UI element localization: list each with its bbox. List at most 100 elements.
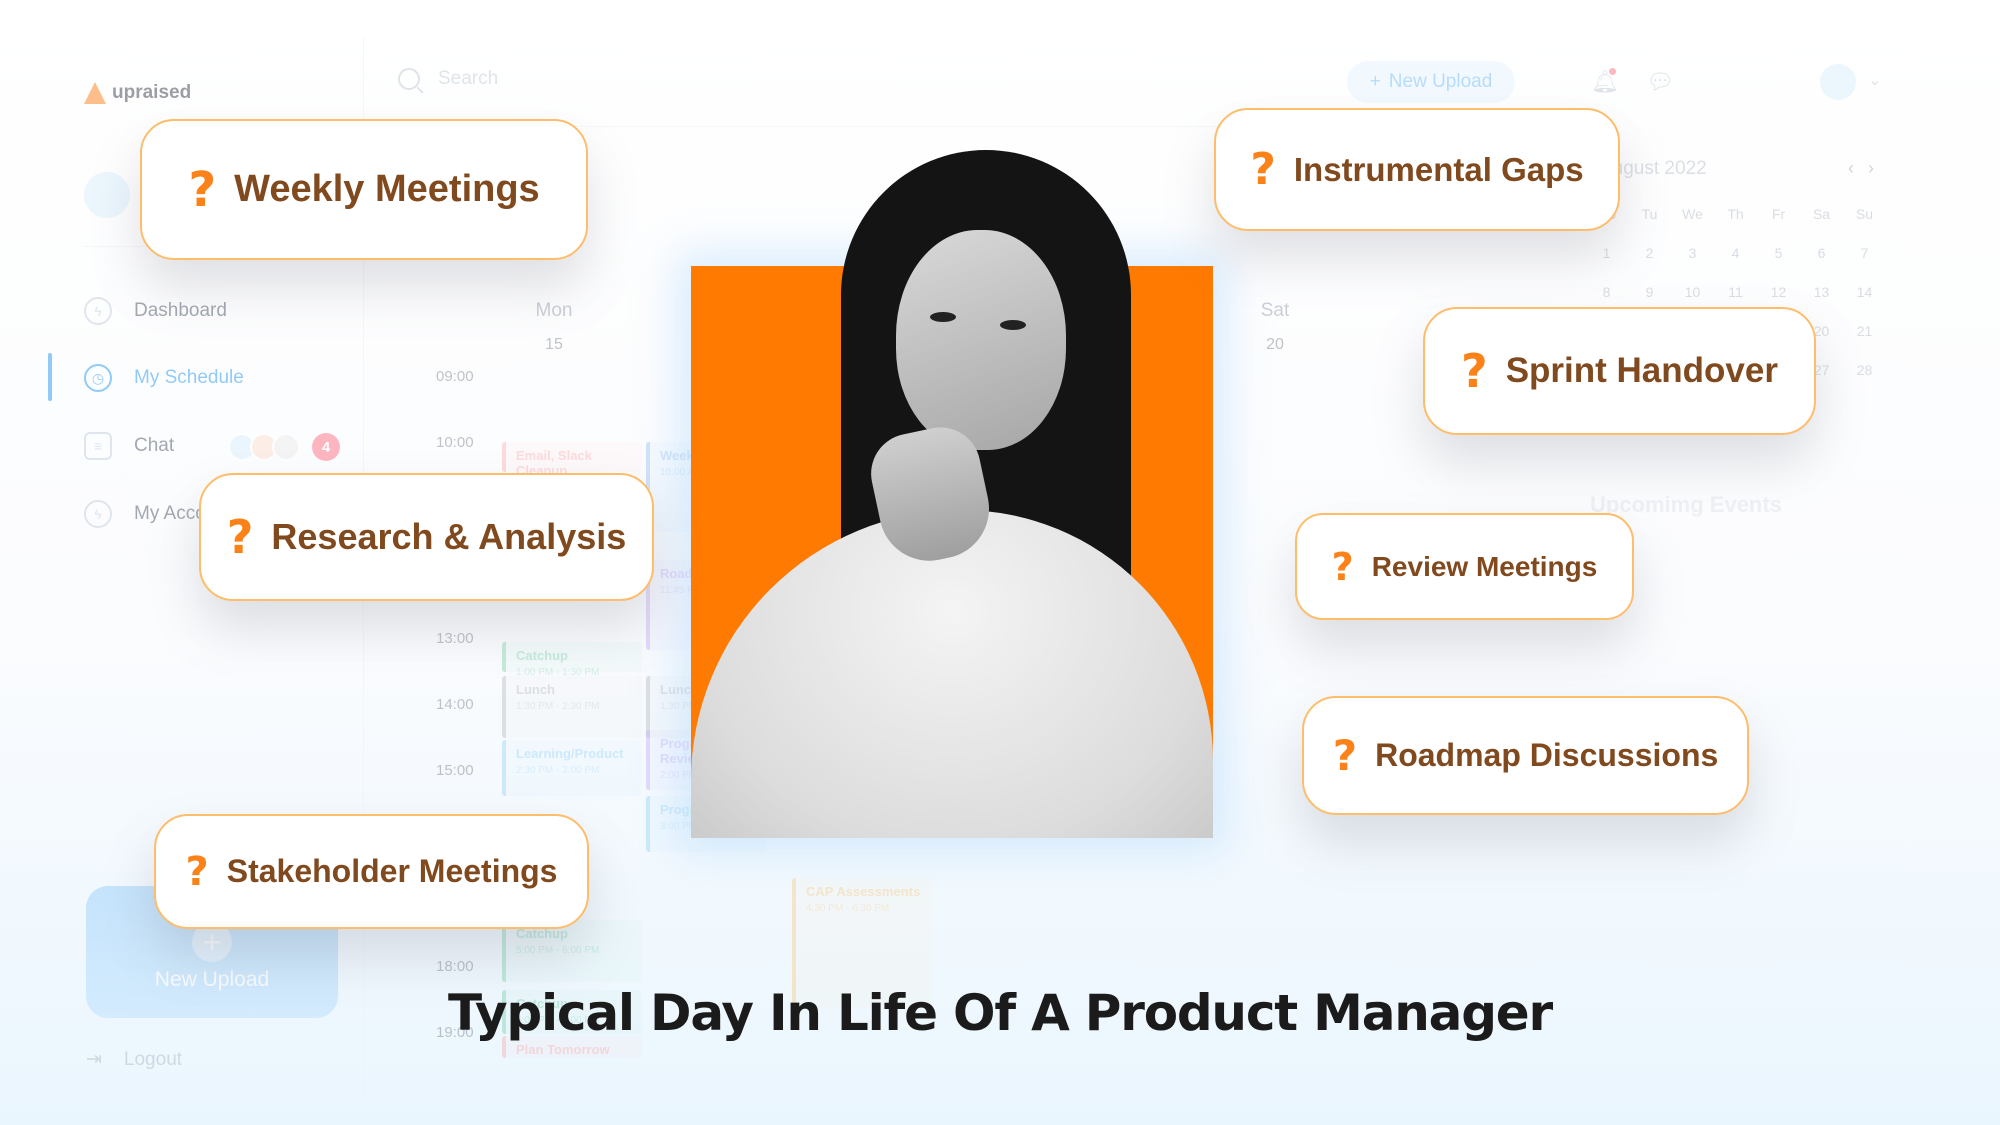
active-indicator — [48, 353, 52, 401]
brand-name: upraised — [112, 82, 192, 103]
calendar-date[interactable]: 8 — [1585, 284, 1628, 300]
new-upload-button[interactable]: + New Upload — [1347, 61, 1515, 103]
time-label: 13:00 — [436, 630, 474, 647]
callout-research-analysis: ? Research & Analysis — [199, 473, 654, 601]
day-date: 20 — [1266, 336, 1284, 353]
calendar-date[interactable]: 11 — [1714, 284, 1757, 300]
chevron-down-icon[interactable]: ⌄ — [1868, 70, 1881, 90]
photo-face — [896, 230, 1066, 450]
event-title: CAP Assessments — [806, 884, 921, 899]
time-label: 09:00 — [436, 368, 474, 385]
day-name: Mon — [535, 300, 573, 321]
calendar-date[interactable]: 4 — [1714, 245, 1757, 261]
calendar-date[interactable]: 9 — [1628, 284, 1671, 300]
sidebar-item-label: My Schedule — [134, 367, 244, 388]
callout-label: Instrumental Gaps — [1293, 150, 1584, 188]
schedule-event[interactable]: Learning/Product 2:30 PM - 3:00 PM — [502, 740, 642, 796]
time-label: 18:00 — [436, 958, 474, 975]
calendar-date[interactable]: 5 — [1757, 245, 1800, 261]
calendar-date[interactable]: 13 — [1800, 284, 1843, 300]
sidebar-item-my-schedule[interactable]: ◷ My Schedule — [84, 364, 244, 392]
time-label: 15:00 — [436, 762, 474, 779]
search-input[interactable]: Search — [398, 68, 498, 90]
brand-logo: upraised — [84, 82, 191, 104]
message-icon[interactable]: 💬︎ — [1646, 68, 1674, 96]
avatar — [272, 433, 300, 461]
event-time: 5:00 PM - 6:00 PM — [516, 945, 600, 956]
mini-calendar-nav[interactable]: ‹› — [1848, 158, 1888, 179]
bolt-icon: ϟ — [84, 297, 112, 325]
new-upload-button-label: New Upload — [1388, 71, 1493, 92]
woman-thinking-photo — [691, 140, 1213, 838]
event-time: 1:30 PM - 2:30 PM — [516, 701, 600, 712]
calendar-date[interactable]: 28 — [1843, 362, 1886, 378]
calendar-date[interactable]: 10 — [1671, 284, 1714, 300]
unread-count-badge: 4 — [312, 433, 340, 461]
schedule-event[interactable]: Catchup 5:00 PM - 6:00 PM — [502, 920, 642, 982]
event-time: 2:30 PM - 3:00 PM — [516, 765, 600, 776]
event-title: Lunch — [516, 682, 555, 697]
time-label: 14:00 — [436, 696, 474, 713]
clock-icon: ◷ — [84, 364, 112, 392]
sidebar-item-chat[interactable]: ≡ Chat — [84, 432, 174, 460]
event-title: Plan Tomorrow — [516, 1042, 610, 1057]
schedule-event[interactable]: Lunch 1:30 PM - 2:30 PM — [502, 676, 642, 738]
logout-label: Logout — [123, 1048, 183, 1070]
weekday-label: We — [1682, 206, 1703, 222]
header-avatar[interactable] — [1820, 64, 1856, 100]
question-mark-icon: ? — [1331, 544, 1354, 589]
event-title: Learning/Product — [516, 746, 624, 761]
chat-icon: ≡ — [84, 432, 112, 460]
search-icon — [398, 68, 420, 90]
day-date: 15 — [545, 336, 563, 353]
callout-stakeholder-meetings: ? Stakeholder Meetings — [154, 814, 589, 929]
logout-icon: ⇥ — [86, 1049, 102, 1070]
search-placeholder: Search — [438, 68, 499, 89]
bolt-icon: ϟ — [84, 500, 112, 528]
bell-icon[interactable]: 🔔︎ — [1591, 68, 1619, 96]
callout-label: Review Meetings — [1371, 550, 1598, 582]
logout-button[interactable]: ⇥ Logout — [86, 1048, 182, 1071]
calendar-date[interactable]: 14 — [1843, 284, 1886, 300]
sidebar-item-dashboard[interactable]: ϟ Dashboard — [84, 297, 227, 325]
question-mark-icon: ? — [1332, 731, 1358, 780]
page-title: Typical Day In Life Of A Product Manager — [448, 984, 1553, 1042]
weekday-label: Sa — [1812, 206, 1831, 222]
calendar-date[interactable]: 21 — [1843, 323, 1886, 339]
calendar-date[interactable]: 1 — [1585, 245, 1628, 261]
sidebar-item-label: Dashboard — [134, 300, 227, 321]
day-name: Sat — [1260, 300, 1290, 321]
callout-sprint-handover: ? Sprint Handover — [1423, 307, 1816, 435]
plus-icon: + — [1369, 71, 1381, 92]
rocket-icon — [84, 82, 106, 104]
weekday-label: Fr — [1771, 206, 1786, 222]
callout-label: Research & Analysis — [271, 516, 627, 557]
calendar-date[interactable]: 3 — [1671, 245, 1714, 261]
calendar-date[interactable]: 2 — [1628, 245, 1671, 261]
callout-roadmap-discussions: ? Roadmap Discussions — [1302, 696, 1749, 815]
question-mark-icon: ? — [185, 848, 209, 895]
callout-label: Stakeholder Meetings — [226, 853, 558, 889]
day-column-mon: Mon 15 — [524, 300, 584, 354]
calendar-date[interactable]: 12 — [1757, 284, 1800, 300]
chevron-right-icon[interactable]: › — [1868, 158, 1888, 178]
chevron-left-icon[interactable]: ‹ — [1848, 158, 1868, 178]
callout-label: Sprint Handover — [1505, 351, 1778, 390]
schedule-event[interactable]: Catchup 1:00 PM - 1:30 PM — [502, 642, 642, 678]
event-time: 4:30 PM - 6:30 PM — [806, 903, 890, 914]
weekday-label: Th — [1727, 206, 1744, 222]
calendar-date[interactable]: 7 — [1843, 245, 1886, 261]
question-mark-icon: ? — [226, 510, 254, 564]
schedule-event[interactable]: Email, Slack Cleanup — [502, 442, 642, 478]
callout-label: Roadmap Discussions — [1375, 737, 1719, 773]
question-mark-icon: ? — [1250, 144, 1276, 195]
time-label: 10:00 — [436, 434, 474, 451]
callout-review-meetings: ? Review Meetings — [1295, 513, 1634, 620]
question-mark-icon: ? — [1461, 344, 1488, 398]
photo-sweater — [691, 510, 1213, 838]
weekday-label: Su — [1855, 206, 1874, 222]
calendar-date[interactable]: 6 — [1800, 245, 1843, 261]
sidebar-item-label: Chat — [134, 435, 175, 456]
user-avatar[interactable] — [84, 172, 130, 218]
event-title: Catchup — [516, 648, 568, 663]
